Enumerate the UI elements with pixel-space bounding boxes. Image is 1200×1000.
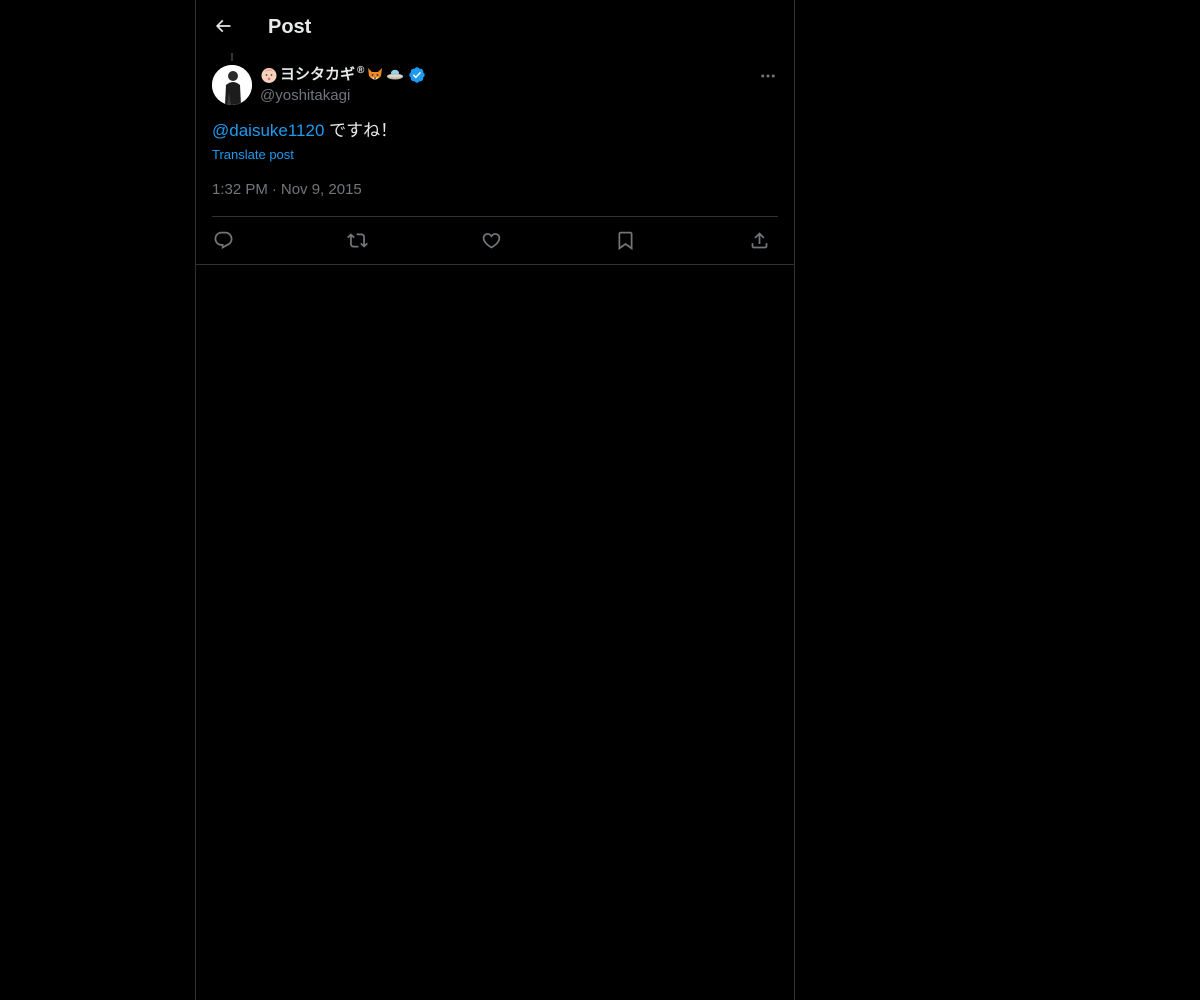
baby-face-icon (260, 66, 278, 84)
post-text: @daisuke1120 ですね！ (212, 119, 397, 143)
author-display-name[interactable]: ヨシタカギ (280, 65, 355, 85)
back-button[interactable] (206, 9, 240, 43)
timestamp: 1:32 PM · Nov 9, 2015 (212, 180, 362, 200)
timestamp-separator: · (271, 181, 277, 198)
bookmark-icon (615, 230, 636, 251)
arrow-left-icon (213, 16, 233, 36)
author-handle[interactable]: @yoshitakagi (260, 86, 350, 106)
post-date[interactable]: Nov 9, 2015 (281, 181, 362, 198)
post-time[interactable]: 1:32 PM (212, 181, 268, 198)
more-options-button[interactable] (755, 63, 781, 89)
like-button[interactable] (476, 225, 506, 255)
page-title: Post (268, 16, 312, 38)
fox-face-icon (366, 66, 384, 84)
reply-button[interactable] (208, 225, 238, 255)
author-name-row: ヨシタカギ ® (260, 64, 426, 86)
registered-mark: ® (357, 64, 365, 76)
post-body-text: ですね！ (324, 121, 398, 140)
thread-connector-line (231, 53, 233, 61)
repost-button[interactable] (342, 225, 372, 255)
more-horizontal-icon (759, 67, 777, 85)
action-bar (212, 225, 778, 255)
verified-badge-icon[interactable] (408, 66, 426, 84)
avatar[interactable] (212, 65, 252, 105)
mention-link[interactable]: @daisuke1120 (212, 121, 324, 140)
share-button[interactable] (744, 225, 774, 255)
top-bar: Post (196, 0, 794, 53)
translate-post-link[interactable]: Translate post (212, 146, 294, 164)
repost-icon (346, 230, 368, 251)
share-icon (749, 230, 770, 251)
reply-icon (213, 230, 234, 251)
primary-column: Post ヨシタカギ ® @yoshitakagi @daisuke1120 で… (195, 0, 795, 1000)
like-icon (481, 230, 502, 251)
post-bottom-divider (196, 264, 794, 265)
ufo-icon (386, 66, 404, 84)
divider (212, 216, 778, 217)
bookmark-button[interactable] (610, 225, 640, 255)
